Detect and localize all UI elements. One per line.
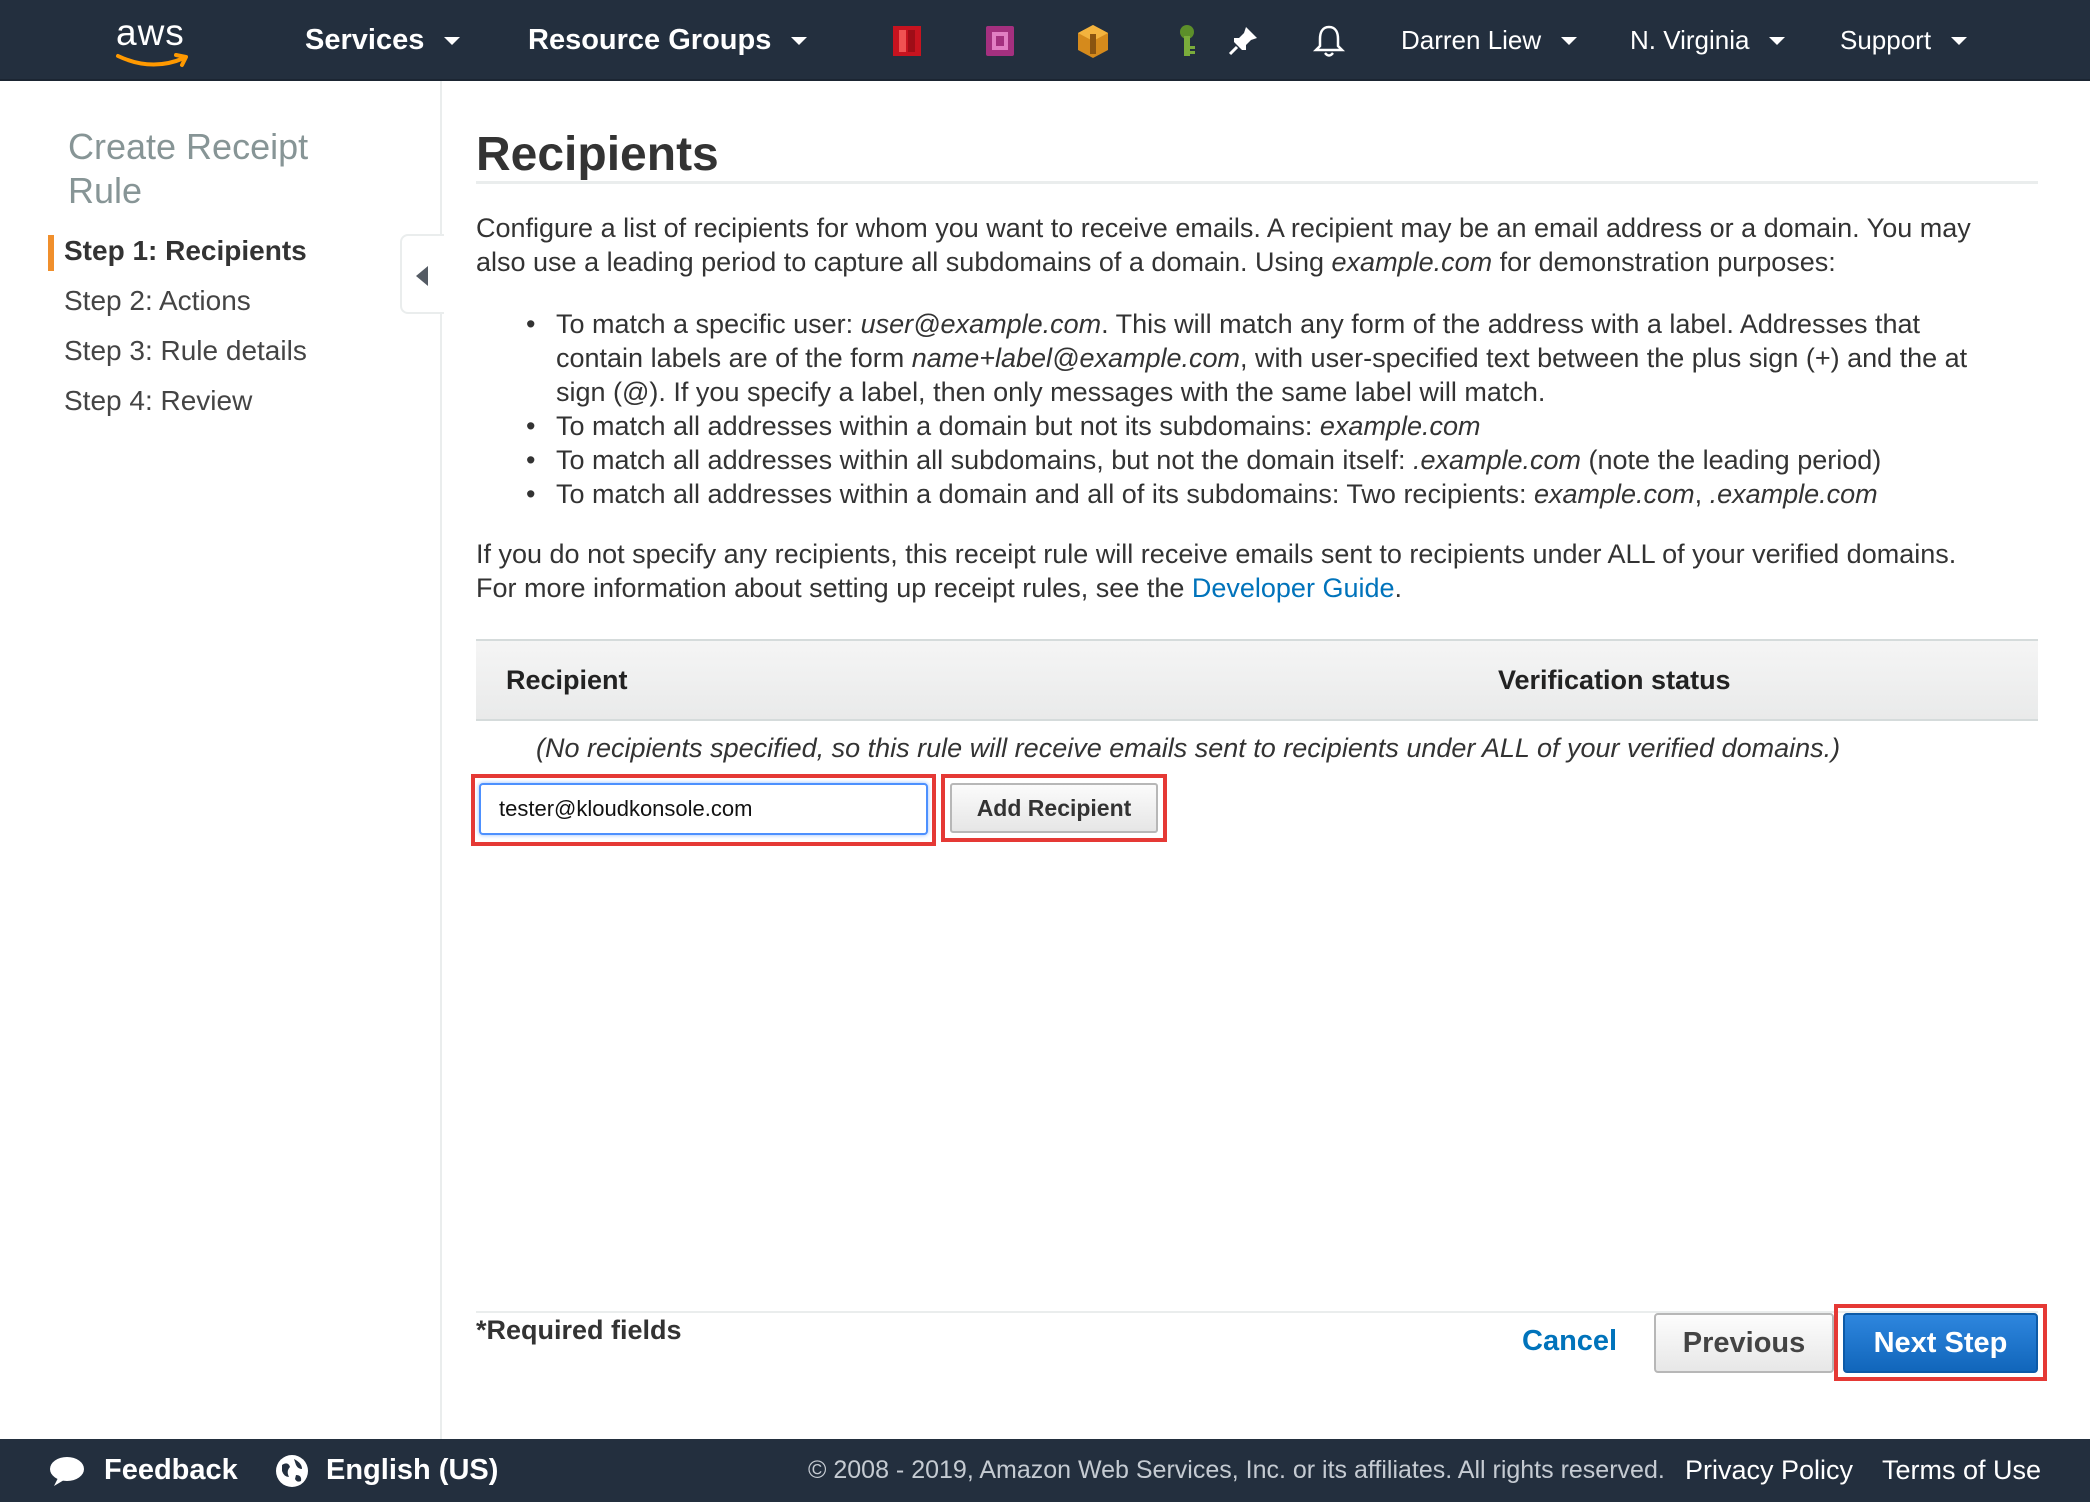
orange-service-icon[interactable] — [1074, 22, 1112, 60]
region-name: N. Virginia — [1630, 25, 1750, 55]
intro-line-1: Configure a list of recipients for whom … — [476, 213, 1971, 243]
bullet-text: To match all addresses within a domain a… — [556, 479, 1534, 509]
services-label: Services — [305, 24, 425, 56]
support-label: Support — [1840, 25, 1932, 55]
language-label: English (US) — [326, 1454, 499, 1486]
list-item: To match all addresses within a domain b… — [526, 409, 2026, 443]
bell-icon[interactable] — [1310, 22, 1348, 60]
purple-service-icon[interactable] — [981, 22, 1019, 60]
bullet-example: .example.com — [1709, 479, 1878, 509]
wizard-title: Create Receipt Rule — [68, 126, 309, 211]
resource-groups-menu[interactable]: Resource Groups — [528, 0, 808, 81]
bullet-example: example.com — [1534, 479, 1695, 509]
feedback-label: Feedback — [104, 1454, 238, 1486]
user-menu[interactable]: Darren Liew — [1401, 0, 1578, 81]
intro-line-2a: also use a leading period to capture all… — [476, 247, 1332, 277]
list-item: To match a specific user: user@example.c… — [526, 307, 2026, 409]
step-rule-details[interactable]: Step 3: Rule details — [64, 335, 307, 367]
chevron-left-icon — [416, 266, 428, 286]
bullet-example: name+label@example.com — [911, 343, 1241, 373]
region-menu[interactable]: N. Virginia — [1630, 0, 1786, 81]
add-recipient-button[interactable]: Add Recipient — [950, 783, 1158, 833]
bullet-text: , with user-specified text between the p… — [1240, 343, 1968, 373]
aws-logo[interactable]: aws — [108, 12, 204, 68]
recipient-input-highlight — [471, 774, 936, 846]
column-header-recipient[interactable]: Recipient — [506, 641, 628, 719]
note-period: . — [1394, 573, 1403, 603]
bullet-text: To match all addresses within a domain b… — [556, 411, 1320, 441]
step-actions[interactable]: Step 2: Actions — [64, 285, 251, 317]
previous-button[interactable]: Previous — [1654, 1313, 1834, 1373]
language-selector[interactable]: English (US) — [274, 1439, 498, 1502]
step-review[interactable]: Step 4: Review — [64, 385, 252, 417]
next-step-highlight: Next Step — [1834, 1304, 2047, 1381]
active-step-marker — [48, 235, 54, 271]
page-title: Recipients — [476, 128, 719, 181]
green-key-icon[interactable] — [1168, 22, 1206, 60]
note-line-2: For more information about setting up re… — [476, 573, 1192, 603]
bullet-text: To match a specific user: — [556, 309, 861, 339]
globe-icon — [276, 1454, 308, 1487]
next-step-button[interactable]: Next Step — [1843, 1313, 2038, 1373]
chevron-down-icon — [1769, 36, 1786, 45]
list-item: To match all addresses within a domain a… — [526, 477, 2026, 511]
intro-example: example.com — [1331, 247, 1493, 277]
add-recipient-highlight: Add Recipient — [941, 774, 1167, 842]
note-paragraph: If you do not specify any recipients, th… — [476, 537, 2046, 605]
required-fields-note: *Required fields — [476, 1315, 682, 1345]
collapse-sidebar-button[interactable] — [400, 234, 444, 314]
bullet-text: contain labels are of the form — [556, 343, 912, 373]
copyright-text: © 2008 - 2019, Amazon Web Services, Inc.… — [808, 1456, 1665, 1484]
red-service-icon[interactable] — [888, 22, 926, 60]
pin-icon[interactable] — [1224, 22, 1262, 60]
step-recipients[interactable]: Step 1: Recipients — [64, 235, 307, 267]
bullet-text: sign (@). If you specify a label, then o… — [556, 377, 1546, 407]
cancel-button[interactable]: Cancel — [1522, 1325, 1617, 1358]
bullet-text: (note the leading period) — [1581, 445, 1882, 475]
intro-paragraph: Configure a list of recipients for whom … — [476, 211, 2046, 279]
chevron-down-icon — [444, 36, 461, 45]
support-menu[interactable]: Support — [1840, 0, 1968, 81]
column-header-verification-status[interactable]: Verification status — [1498, 641, 1731, 719]
bullet-text: , — [1694, 479, 1710, 509]
top-navigation-bar: aws Services Resource Groups Darren Liew… — [0, 0, 2090, 81]
feedback-button[interactable]: Feedback — [48, 1439, 238, 1502]
note-line-1: If you do not specify any recipients, th… — [476, 539, 1957, 569]
empty-table-message: (No recipients specified, so this rule w… — [536, 733, 1841, 763]
speech-bubble-icon — [50, 1456, 84, 1486]
chevron-down-icon — [791, 36, 808, 45]
aws-smile-icon — [116, 53, 188, 67]
bullet-example: .example.com — [1412, 445, 1582, 475]
terms-of-use-link[interactable]: Terms of Use — [1882, 1439, 2041, 1502]
aws-logo-text: aws — [116, 12, 185, 53]
intro-line-2c: for demonstration purposes: — [1492, 247, 1836, 277]
console-footer: Feedback English (US) © 2008 - 2019, Ama… — [0, 1439, 2090, 1502]
chevron-down-icon — [1951, 36, 1968, 45]
wizard-sidebar: Create Receipt Rule Step 1: Recipients S… — [0, 81, 444, 1439]
bullet-example: user@example.com — [860, 309, 1102, 339]
matching-rules-list: To match a specific user: user@example.c… — [526, 307, 2026, 511]
title-divider — [476, 181, 2038, 184]
resource-groups-label: Resource Groups — [528, 24, 772, 56]
list-item: To match all addresses within all subdom… — [526, 443, 2026, 477]
bullet-example: example.com — [1319, 411, 1481, 441]
bullet-text: . This will match any form of the addres… — [1101, 309, 1921, 339]
developer-guide-link[interactable]: Developer Guide — [1192, 573, 1395, 603]
recipients-table-header: Recipient Verification status — [476, 639, 2038, 721]
chevron-down-icon — [1561, 36, 1578, 45]
privacy-policy-link[interactable]: Privacy Policy — [1685, 1439, 1853, 1502]
bullet-text: To match all addresses within all subdom… — [556, 445, 1413, 475]
recipient-input[interactable] — [479, 783, 928, 835]
services-menu[interactable]: Services — [305, 0, 461, 81]
user-name: Darren Liew — [1401, 25, 1542, 55]
